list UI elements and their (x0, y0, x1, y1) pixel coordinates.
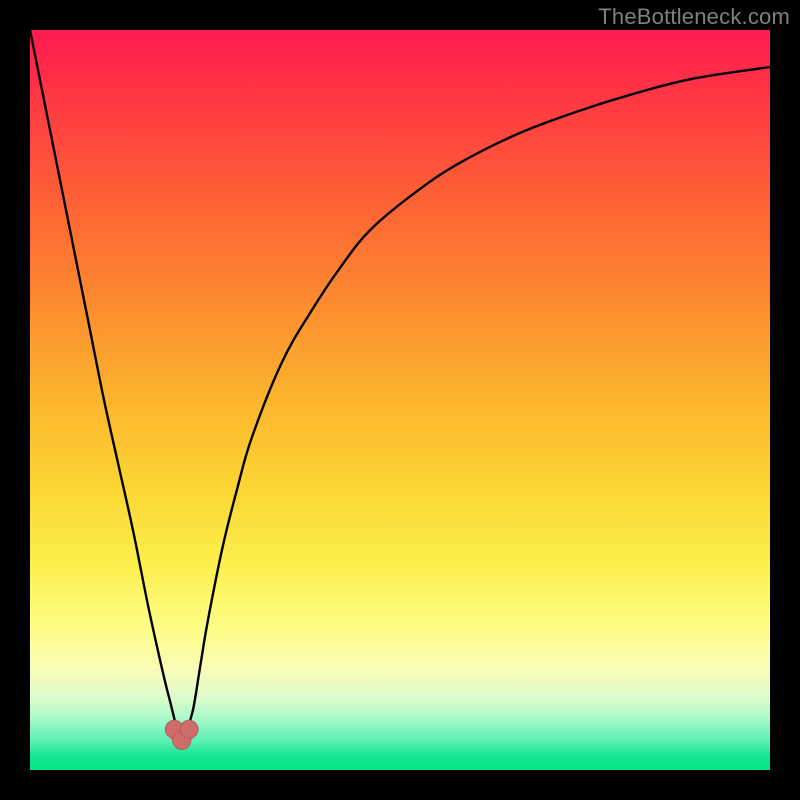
bottleneck-curve (30, 30, 770, 770)
curve-path (30, 30, 770, 740)
marker-min-right (180, 720, 198, 738)
chart-plot-area (30, 30, 770, 770)
chart-frame: TheBottleneck.com (0, 0, 800, 800)
min-markers (165, 720, 198, 749)
watermark-text: TheBottleneck.com (598, 4, 790, 30)
